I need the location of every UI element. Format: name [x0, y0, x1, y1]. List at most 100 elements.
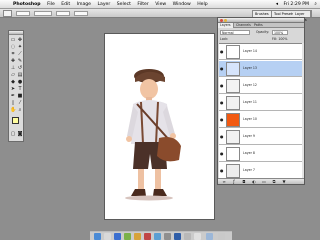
menu-file[interactable]: File	[47, 0, 55, 8]
menu-bar: Photoshop File Edit Image Layer Select F…	[0, 0, 320, 9]
blend-mode-select[interactable]: Normal	[220, 30, 250, 35]
tab-layers[interactable]: Layers	[218, 23, 234, 28]
layer-row[interactable]: ● Layer 13	[219, 61, 303, 77]
layer-style-icon[interactable]: ƒ	[232, 180, 236, 184]
foreground-color-swatch[interactable]	[12, 117, 19, 124]
move-tool-icon[interactable]: ✥	[17, 37, 23, 43]
layer-row[interactable]: ● Layer 8	[219, 146, 303, 162]
opacity-input[interactable]: 100%	[272, 30, 288, 35]
address-book-icon[interactable]	[134, 233, 141, 240]
eye-icon[interactable]: ●	[220, 67, 224, 71]
finder-icon[interactable]	[94, 233, 101, 240]
menu-window[interactable]: Window	[173, 0, 191, 8]
eye-icon[interactable]: ●	[220, 84, 224, 88]
layers-palette: Layers Channels Paths Normal Opacity: 10…	[217, 17, 305, 185]
layer-row[interactable]: ● Layer 9	[219, 129, 303, 145]
toolbox-titlebar[interactable]	[9, 31, 23, 35]
trash-icon[interactable]: ▼	[282, 180, 286, 184]
itunes-icon[interactable]	[154, 233, 161, 240]
mask-icon[interactable]: ◘	[242, 180, 246, 184]
lasso-tool-icon[interactable]: ◌	[10, 44, 16, 50]
layer-name: Layer 13	[243, 66, 257, 70]
pen-tool-icon[interactable]: ✒	[10, 93, 16, 99]
menu-view[interactable]: View	[155, 0, 166, 8]
healing-brush-tool-icon[interactable]: ✚	[10, 58, 16, 64]
tab-paths[interactable]: Paths	[252, 23, 265, 28]
minimize-icon[interactable]	[224, 19, 227, 22]
layer-row[interactable]: ● Layer 14	[219, 44, 303, 60]
new-layer-icon[interactable]: ⧉	[272, 180, 276, 184]
layer-thumbnail	[226, 130, 240, 144]
eyedropper-tool-icon[interactable]: ⁄	[17, 100, 23, 106]
layer-row[interactable]: ● Layer 10	[219, 112, 303, 128]
layer-thumbnail	[226, 79, 240, 93]
layers-scrollbar[interactable]	[302, 43, 304, 179]
documents-folder-icon[interactable]	[206, 233, 213, 240]
menu-filter[interactable]: Filter	[137, 0, 148, 8]
toolbox: ▭ ✥ ◌ ✦ ⌗ ⟋ ✚ ✎ ⊥ ↺ ▱ ▤ ◆ ● ➤ T ✒ ■ ▯ ⁄ …	[8, 30, 24, 142]
brush-tool-icon[interactable]: ✎	[17, 58, 23, 64]
fill-field[interactable]: Fill: 100%	[272, 37, 287, 42]
clock[interactable]: Fri 2:29 PM	[284, 0, 309, 8]
marquee-tool-icon[interactable]: ▭	[10, 37, 16, 43]
layer-name: Layer 10	[243, 117, 257, 121]
eraser-tool-icon[interactable]: ▱	[10, 72, 16, 78]
calendar-icon[interactable]	[144, 233, 151, 240]
menu-layer[interactable]: Layer	[97, 0, 110, 8]
shape-tool-icon[interactable]: ■	[17, 93, 23, 99]
current-tool-icon[interactable]	[3, 10, 12, 17]
dodge-tool-icon[interactable]: ●	[17, 79, 23, 85]
layer-thumbnail	[226, 45, 240, 59]
mode-select[interactable]	[34, 11, 52, 16]
textedit-icon[interactable]	[194, 233, 201, 240]
safari-icon[interactable]	[114, 233, 121, 240]
new-group-icon[interactable]: ▭	[262, 180, 266, 184]
photoshop-icon[interactable]	[174, 233, 181, 240]
layers-palette-tabs: Layers Channels Paths	[218, 23, 304, 28]
eye-icon[interactable]: ●	[220, 101, 224, 105]
eye-icon[interactable]: ●	[220, 135, 224, 139]
brush-preset-picker[interactable]	[16, 11, 30, 16]
dock-trash-icon[interactable]	[218, 233, 225, 240]
close-icon[interactable]	[220, 19, 223, 22]
menu-image[interactable]: Image	[77, 0, 91, 8]
layer-row[interactable]: ● Layer 12	[219, 78, 303, 94]
volume-icon[interactable]: ◂	[276, 0, 278, 8]
layer-row[interactable]: ● Layer 11	[219, 95, 303, 111]
type-tool-icon[interactable]: T	[17, 86, 23, 92]
adjustment-layer-icon[interactable]: ◐	[252, 180, 256, 184]
layer-name: Layer 14	[243, 49, 257, 53]
clone-stamp-tool-icon[interactable]: ⊥	[10, 65, 16, 71]
menu-select[interactable]: Select	[117, 0, 131, 8]
ichat-icon[interactable]	[124, 233, 131, 240]
mail-icon[interactable]	[104, 233, 111, 240]
layer-row[interactable]: ● Layer 7	[219, 163, 303, 179]
quick-mask-icon[interactable]: ◙	[17, 131, 23, 137]
tab-channels[interactable]: Channels	[234, 23, 253, 28]
link-icon[interactable]: ∞	[222, 180, 226, 184]
menu-edit[interactable]: Edit	[61, 0, 70, 8]
menu-app[interactable]: Photoshop	[13, 0, 41, 8]
slice-tool-icon[interactable]: ⟋	[17, 51, 23, 57]
magic-wand-tool-icon[interactable]: ✦	[17, 44, 23, 50]
blur-tool-icon[interactable]: ◆	[10, 79, 16, 85]
opacity-field[interactable]	[56, 11, 70, 16]
document-canvas[interactable]	[104, 33, 215, 220]
eye-icon[interactable]: ●	[220, 152, 224, 156]
flow-field[interactable]	[74, 11, 88, 16]
eye-icon[interactable]: ●	[220, 118, 224, 122]
path-selection-tool-icon[interactable]: ➤	[10, 86, 16, 92]
history-brush-tool-icon[interactable]: ↺	[17, 65, 23, 71]
menu-help[interactable]: Help	[197, 0, 207, 8]
zoom-tool-icon[interactable]: ⌕	[17, 107, 23, 113]
crop-tool-icon[interactable]: ⌗	[10, 51, 16, 57]
gradient-tool-icon[interactable]: ▤	[17, 72, 23, 78]
spotlight-icon[interactable]: ⌕	[314, 0, 317, 8]
system-preferences-icon[interactable]	[164, 233, 171, 240]
eye-icon[interactable]: ●	[220, 169, 224, 173]
hand-tool-icon[interactable]: ✋	[10, 107, 16, 113]
eye-icon[interactable]: ●	[220, 50, 224, 54]
standard-mode-icon[interactable]: ▢	[10, 131, 16, 137]
preview-icon[interactable]	[184, 233, 191, 240]
notes-tool-icon[interactable]: ▯	[10, 100, 16, 106]
